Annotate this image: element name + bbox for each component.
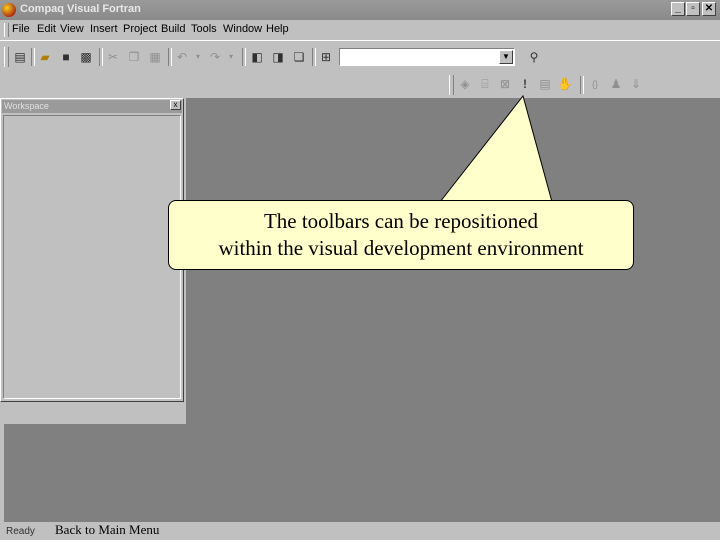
save-icon[interactable]: ■ <box>58 49 74 65</box>
toolbar-separator <box>312 48 316 66</box>
standard-toolbar: ▤ ▰ ■ ▩ ✂ ❐ ▦ ↶ ▾ ↷ ▾ ◧ ◨ ❏ ⊞ ▼ ⚲ <box>0 40 720 72</box>
menu-view[interactable]: View <box>60 23 84 35</box>
menu-tools[interactable]: Tools <box>191 23 217 35</box>
output-icon[interactable]: ◨ <box>270 49 286 65</box>
toolbar-separator <box>580 76 584 94</box>
disasm-icon[interactable]: {} <box>587 76 603 92</box>
new-icon[interactable]: ▤ <box>12 49 28 65</box>
undo-icon[interactable]: ↶ <box>174 49 190 65</box>
title-bar: Compaq Visual Fortran _ ▫ ✕ <box>0 0 720 20</box>
left-edge <box>0 424 4 524</box>
windows-icon[interactable]: ❏ <box>291 49 307 65</box>
callout-line-2: within the visual development environmen… <box>218 236 584 260</box>
run-to-cursor-icon[interactable]: ⇓ <box>628 76 644 92</box>
back-to-main-menu-link[interactable]: Back to Main Menu <box>55 522 159 538</box>
menu-window[interactable]: Window <box>223 23 262 35</box>
menu-bar: File Edit View Insert Project Build Tool… <box>0 20 720 40</box>
chevron-down-icon[interactable]: ▼ <box>499 50 513 64</box>
toolbar-separator <box>31 48 35 66</box>
window-title: Compaq Visual Fortran <box>20 3 141 15</box>
status-text: Ready <box>6 526 35 537</box>
menu-file[interactable]: File <box>12 23 30 35</box>
menu-build[interactable]: Build <box>161 23 185 35</box>
paste-icon[interactable]: ▦ <box>147 49 163 65</box>
find-icon[interactable]: ⚲ <box>526 49 542 65</box>
find-combo[interactable]: ▼ <box>339 48 515 66</box>
workspace-pane[interactable] <box>3 115 181 399</box>
build-toolbar: ◈ ⌸ ⊠ ! ▤ ✋ {} ♟ ⇓ <box>0 72 720 98</box>
menu-project[interactable]: Project <box>123 23 157 35</box>
toolbar-separator <box>99 48 103 66</box>
callout-box: The toolbars can be repositioned within … <box>168 200 634 270</box>
workspace-title: Workspace <box>4 101 49 111</box>
breakpoint-icon[interactable]: ✋ <box>557 76 573 92</box>
menu-help[interactable]: Help <box>266 23 289 35</box>
maximize-button[interactable]: ▫ <box>686 2 700 16</box>
toolbar-separator <box>242 48 246 66</box>
stop-build-icon[interactable]: ⊠ <box>497 76 513 92</box>
open-icon[interactable]: ▰ <box>37 49 53 65</box>
menu-edit[interactable]: Edit <box>37 23 56 35</box>
menu-grip[interactable] <box>4 23 9 37</box>
go-icon[interactable]: ▤ <box>537 76 553 92</box>
minimize-button[interactable]: _ <box>671 2 685 16</box>
callout-line-1: The toolbars can be repositioned <box>263 209 539 233</box>
redo-icon[interactable]: ↷ <box>207 49 223 65</box>
app-icon[interactable] <box>2 3 16 17</box>
workspace-title-bar[interactable]: Workspace <box>2 100 182 113</box>
redo-dropdown-icon[interactable]: ▾ <box>223 49 239 65</box>
step-into-icon[interactable]: ♟ <box>608 76 624 92</box>
workspace-icon[interactable]: ◧ <box>249 49 265 65</box>
close-button[interactable]: ✕ <box>702 2 716 16</box>
execute-icon[interactable]: ! <box>517 76 533 92</box>
toolbar-grip[interactable] <box>4 47 9 67</box>
copy-icon[interactable]: ❐ <box>126 49 142 65</box>
build-toolbar-grip[interactable] <box>449 75 454 95</box>
undo-dropdown-icon[interactable]: ▾ <box>190 49 206 65</box>
save-all-icon[interactable]: ▩ <box>78 49 94 65</box>
compile-icon[interactable]: ◈ <box>457 76 473 92</box>
find-in-files-icon[interactable]: ⊞ <box>318 49 334 65</box>
build-icon[interactable]: ⌸ <box>477 76 493 92</box>
menu-insert[interactable]: Insert <box>90 23 118 35</box>
workspace-window: Workspace x <box>0 98 184 402</box>
workspace-close-button[interactable]: x <box>170 100 181 110</box>
cut-icon[interactable]: ✂ <box>105 49 121 65</box>
toolbar-separator <box>168 48 172 66</box>
